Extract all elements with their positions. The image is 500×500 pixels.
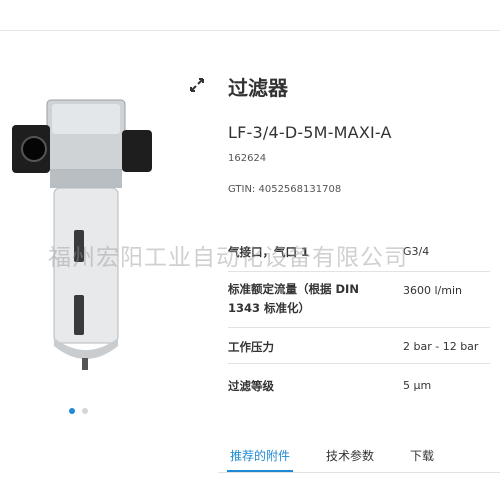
product-gallery[interactable] — [0, 60, 175, 414]
product-model: LF-3/4-D-5M-MAXI-A — [228, 123, 392, 142]
spec-row-flow: 标准额定流量（根据 DIN 1343 标准化） 3600 l/min — [228, 272, 490, 328]
tab-downloads[interactable]: 下载 — [410, 447, 434, 464]
tab-tech-params[interactable]: 技术参数 — [326, 447, 374, 464]
spec-label: 工作压力 — [228, 340, 274, 354]
spec-row-port: 气接口，气口 1 G3/4 — [228, 230, 490, 272]
filter-product-image — [12, 99, 152, 370]
spec-value: 5 µm — [403, 379, 432, 392]
spec-row-filtration: 过滤等级 5 µm — [228, 364, 490, 402]
top-bar — [0, 0, 500, 31]
spec-value: 3600 l/min — [403, 284, 462, 297]
spec-value: 2 bar - 12 bar — [403, 340, 479, 353]
spec-label: 过滤等级 — [228, 379, 274, 393]
part-number: 162624 — [228, 153, 267, 164]
spec-table: 气接口，气口 1 G3/4 标准额定流量（根据 DIN 1343 标准化） 36… — [228, 230, 490, 402]
tab-bar: 推荐的附件 技术参数 下载 — [226, 447, 470, 473]
tabs-divider — [218, 472, 500, 473]
spec-label: 标准额定流量（根据 DIN 1343 标准化） — [228, 282, 359, 315]
gallery-dot-2[interactable] — [82, 408, 88, 414]
gtin-code: GTIN: 4052568131708 — [228, 184, 342, 195]
spec-value: G3/4 — [403, 245, 430, 258]
gallery-pagination — [69, 408, 88, 414]
product-title: 过滤器 — [228, 76, 288, 100]
spec-row-pressure: 工作压力 2 bar - 12 bar — [228, 328, 490, 364]
expand-arrows-icon[interactable] — [189, 77, 205, 93]
gallery-dot-1[interactable] — [69, 408, 75, 414]
tab-accessories[interactable]: 推荐的附件 — [226, 447, 294, 473]
spec-label: 气接口，气口 1 — [228, 245, 310, 259]
